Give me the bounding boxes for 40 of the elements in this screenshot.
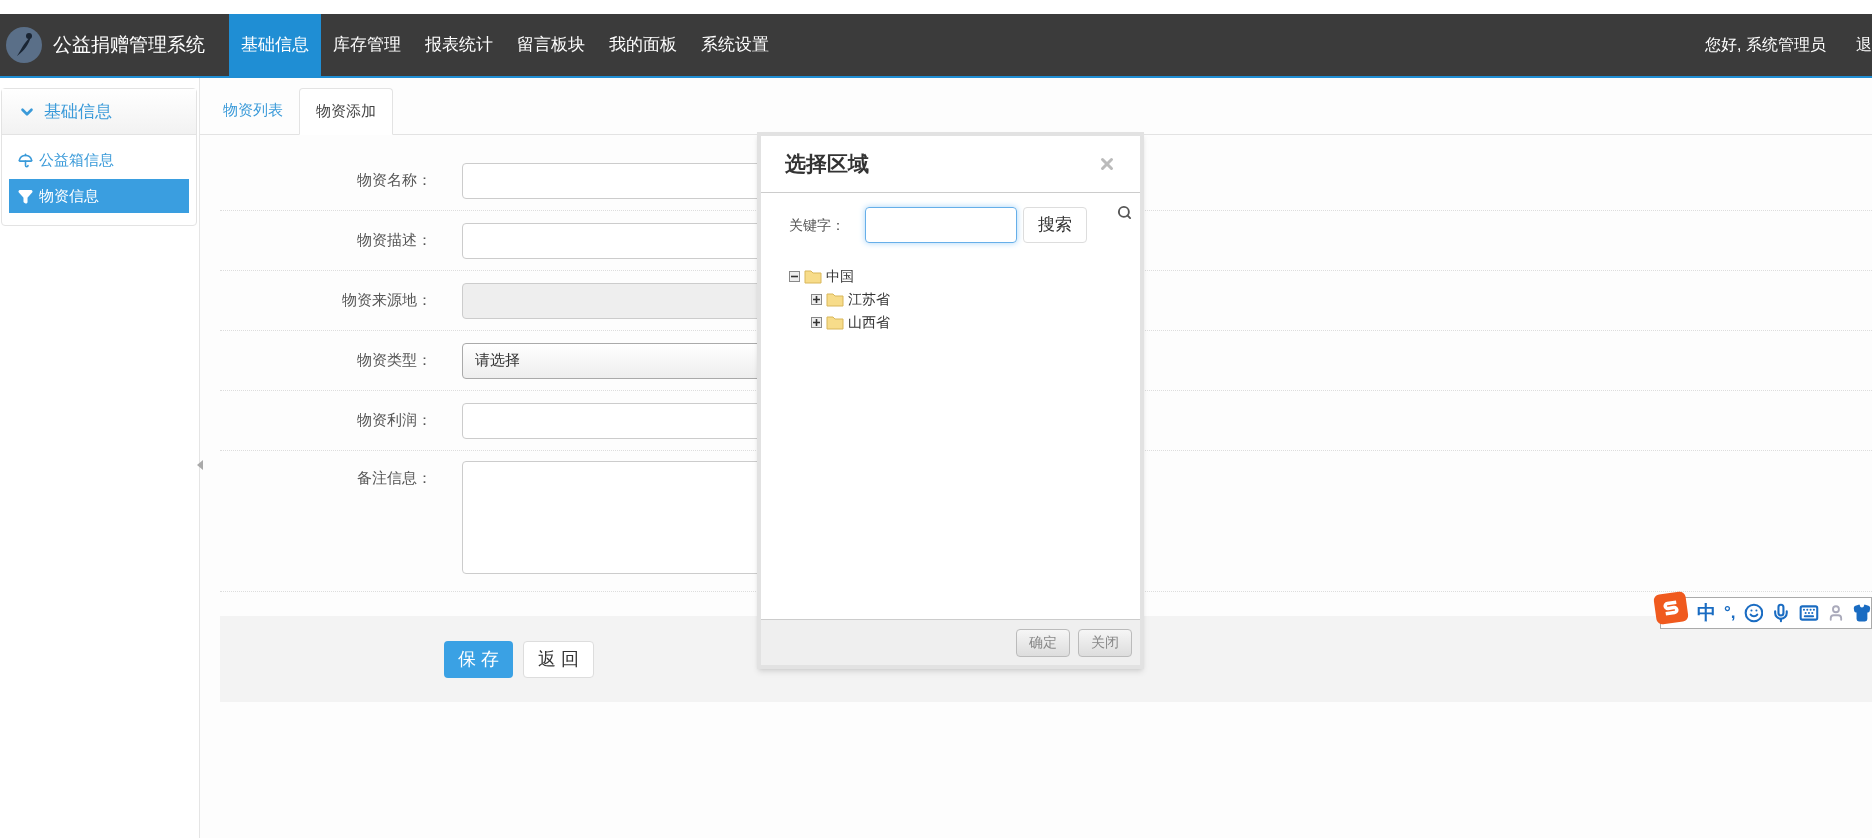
folder-icon	[826, 292, 844, 307]
keyword-field[interactable]	[865, 207, 1017, 243]
nav-tab[interactable]: 我的面板	[597, 14, 689, 76]
search-icon[interactable]	[1117, 205, 1132, 220]
shirt-icon[interactable]	[1853, 604, 1871, 622]
collapse-handle-icon[interactable]	[197, 460, 203, 470]
folder-icon	[826, 315, 844, 330]
tree-node-label[interactable]: 中国	[826, 266, 854, 287]
app-title: 公益捐赠管理系统	[53, 32, 205, 57]
back-button[interactable]: 返 回	[523, 640, 595, 678]
field-label: 备注信息：	[356, 468, 432, 488]
filter-icon	[18, 188, 33, 204]
nav-tab[interactable]: 基础信息	[229, 14, 321, 76]
folder-icon	[804, 269, 822, 284]
field-label: 物资利润：	[356, 410, 432, 431]
ime-mode[interactable]: 中	[1697, 598, 1716, 628]
umbrella-icon	[18, 152, 33, 168]
dialog-title: 选择区域	[785, 151, 869, 178]
expand-icon[interactable]	[811, 317, 822, 328]
tree-node-label[interactable]: 江苏省	[848, 289, 890, 310]
tree-node-label[interactable]: 山西省	[848, 312, 890, 333]
nav-tab[interactable]: 系统设置	[689, 14, 781, 76]
nav-tab[interactable]: 库存管理	[321, 14, 413, 76]
keyboard-icon[interactable]	[1799, 603, 1820, 623]
smile-icon[interactable]	[1743, 603, 1764, 623]
field-label: 物资名称：	[356, 170, 432, 191]
keyword-label: 关键字：	[789, 215, 845, 235]
search-button[interactable]: 搜索	[1023, 207, 1087, 243]
punctuation-mode[interactable]: °,	[1724, 600, 1736, 626]
collapse-icon[interactable]	[789, 271, 800, 282]
field-label: 物资类型：	[356, 350, 432, 371]
logo-icon	[5, 26, 43, 64]
nav-tab[interactable]: 报表统计	[413, 14, 505, 76]
page-tab[interactable]: 物资添加	[299, 88, 393, 135]
expand-icon[interactable]	[811, 294, 822, 305]
logout-link[interactable]: 退	[1856, 33, 1872, 57]
nav-tab[interactable]: 留言板块	[505, 14, 597, 76]
field-label: 物资来源地：	[341, 290, 432, 311]
field-label: 物资描述：	[356, 230, 432, 251]
greeting-text: 您好, 系统管理员	[1705, 35, 1826, 55]
